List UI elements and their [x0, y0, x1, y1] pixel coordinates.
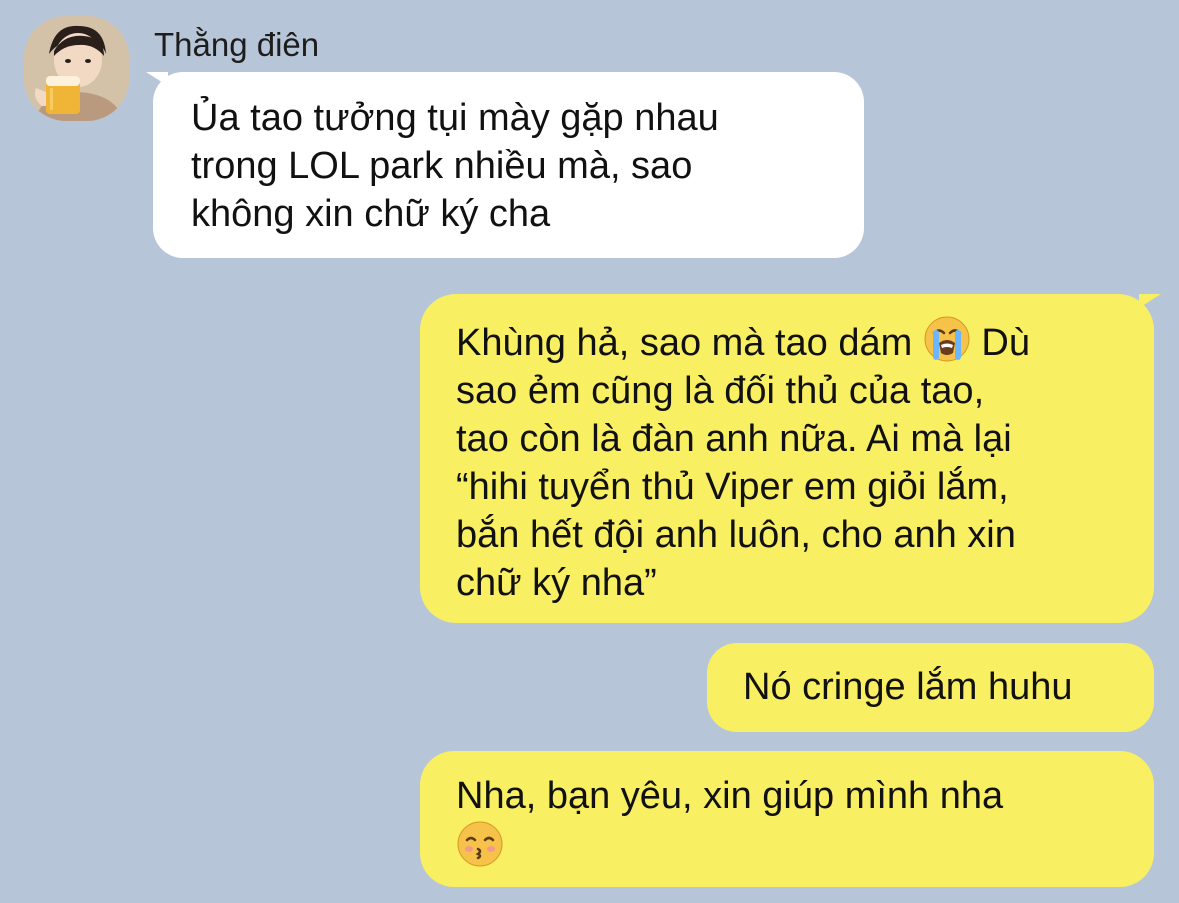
outgoing-message-bubble[interactable]: Nó cringe lắm huhu — [707, 643, 1154, 732]
message-text-line: chữ ký nha” — [456, 562, 657, 604]
message-text-line: Nha, bạn yêu, xin giúp mình nha — [456, 775, 1004, 817]
message-text-line: Nó cringe lắm huhu — [743, 666, 1073, 708]
kissing-face-with-closed-eyes-icon — [457, 821, 503, 867]
message-text-line: trong LOL park nhiều mà, sao — [191, 145, 693, 187]
message-text-line: Khùng hả, sao mà tao dám Dù — [456, 315, 1124, 367]
outgoing-message-bubble[interactable]: Khùng hả, sao mà tao dám Dù sao ẻm cũng … — [420, 294, 1161, 623]
incoming-message-bubble[interactable]: Ủa tao tưởng tụi mày gặp nhau trong LOL … — [146, 72, 864, 258]
bubble-tail — [146, 72, 168, 86]
message-text-line: tao còn là đàn anh nữa. Ai mà lại — [456, 418, 1012, 460]
message-text-line: không xin chữ ký cha — [191, 193, 551, 235]
message-text-line: sao ẻm cũng là đối thủ của tao, — [456, 370, 985, 412]
contact-avatar[interactable] — [24, 16, 129, 121]
bubble-tail — [1139, 294, 1161, 308]
message-text-line: bắn hết đội anh luôn, cho anh xin — [456, 514, 1016, 556]
message-emoji-line — [456, 820, 1124, 872]
message-text-line: “hihi tuyển thủ Viper em giỏi lắm, — [456, 466, 1009, 508]
loudly-crying-face-icon — [924, 316, 970, 362]
contact-name: Thằng điên — [154, 26, 320, 63]
outgoing-message-bubble[interactable]: Nha, bạn yêu, xin giúp mình nha — [420, 751, 1154, 887]
message-text-line: Ủa tao tưởng tụi mày gặp nhau — [191, 97, 719, 139]
avatar-photo-icon — [24, 16, 129, 121]
